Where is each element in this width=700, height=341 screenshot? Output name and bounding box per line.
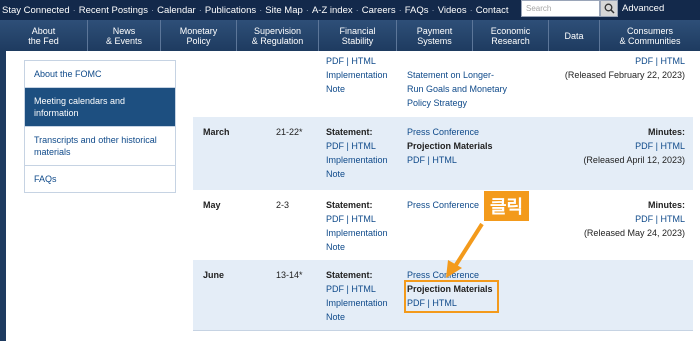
statement-cell: Statement: PDF | HTML Implementation Not… <box>326 125 388 181</box>
annotation-arrow-icon <box>446 222 484 278</box>
minutes-cell: PDF | HTML (Released February 22, 2023) <box>565 54 685 82</box>
link-contact[interactable]: Contact <box>476 5 509 16</box>
link-a-z-index[interactable]: A-Z index <box>312 5 353 16</box>
search-button[interactable] <box>600 0 618 17</box>
search-icon <box>604 3 615 14</box>
table-row-march: March 21-22* Statement: PDF | HTML Imple… <box>193 117 693 190</box>
meeting-month: March <box>203 127 230 137</box>
table-bottom-border <box>193 330 693 341</box>
sidenav-faqs[interactable]: FAQs <box>25 166 175 192</box>
side-navigation: About the FOMC Meeting calendars and inf… <box>24 60 176 193</box>
link-stay-connected[interactable]: Stay Connected <box>2 5 70 16</box>
minutes-cell: Minutes: PDF | HTML (Released May 24, 20… <box>584 198 685 240</box>
sidenav-transcripts[interactable]: Transcripts and other historical materia… <box>25 127 175 166</box>
longer-run-goals-cell: Statement on Longer- Run Goals and Monet… <box>407 68 507 110</box>
statement-cell: PDF | HTML Implementation Note <box>326 54 388 96</box>
meeting-month: May <box>203 200 221 210</box>
minutes-pdf-html-links[interactable]: PDF | HTML <box>635 56 685 66</box>
link-site-map[interactable]: Site Map <box>265 5 303 16</box>
minutes-cell: Minutes: PDF | HTML (Released April 12, … <box>583 125 685 167</box>
press-cell: Press Conference <box>407 198 479 212</box>
implementation-note-link-2[interactable]: Note <box>326 242 345 252</box>
meeting-dates: 2-3 <box>276 200 290 210</box>
implementation-note-link-1[interactable]: Implementation <box>326 155 388 165</box>
implementation-note-link-1[interactable]: Implementation <box>326 298 388 308</box>
search-input[interactable]: Search <box>521 0 600 17</box>
statement-pdf-html-links[interactable]: PDF | HTML <box>326 214 376 224</box>
nav-news-events[interactable]: News & Events <box>88 20 161 51</box>
annotation-highlight-box <box>404 280 499 313</box>
statement-pdf-html-links[interactable]: PDF | HTML <box>326 56 376 66</box>
nav-supervision-regulation[interactable]: Supervision & Regulation <box>237 20 319 51</box>
press-conference-link[interactable]: Press Conference <box>407 127 479 137</box>
left-edge-strip <box>0 51 6 341</box>
implementation-note-link-1[interactable]: Implementation <box>326 70 388 80</box>
annotation-click-label: 클릭 <box>484 191 530 221</box>
statement-label: Statement: <box>326 127 373 137</box>
statement-label: Statement: <box>326 200 373 210</box>
implementation-note-link-2[interactable]: Note <box>326 312 345 322</box>
nav-monetary-policy[interactable]: Monetary Policy <box>161 20 237 51</box>
nav-financial-stability[interactable]: Financial Stability <box>319 20 397 51</box>
nav-consumers-communities[interactable]: Consumers & Communities <box>600 20 700 51</box>
link-videos[interactable]: Videos <box>438 5 467 16</box>
press-conference-link[interactable]: Press Conference <box>407 200 479 210</box>
top-utility-bar: Stay Connected · Recent Postings · Calenda… <box>0 0 700 20</box>
minutes-release-date: (Released May 24, 2023) <box>583 228 685 238</box>
projection-materials-label: Projection Materials <box>407 141 493 151</box>
link-recent-postings[interactable]: Recent Postings <box>79 5 148 16</box>
meeting-dates: 13-14* <box>276 270 303 280</box>
longer-run-goals-link-3[interactable]: Policy Strategy <box>407 98 467 108</box>
longer-run-goals-link-2[interactable]: Run Goals and Monetary <box>407 84 507 94</box>
minutes-label: Minutes: <box>648 127 685 137</box>
advanced-search-link[interactable]: Advanced <box>622 3 664 14</box>
minutes-pdf-html-links[interactable]: PDF | HTML <box>635 141 685 151</box>
statement-pdf-html-links[interactable]: PDF | HTML <box>326 141 376 151</box>
longer-run-goals-link-1[interactable]: Statement on Longer- <box>407 70 494 80</box>
nav-payment-systems[interactable]: Payment Systems <box>397 20 473 51</box>
implementation-note-link-1[interactable]: Implementation <box>326 228 388 238</box>
link-faqs[interactable]: FAQs <box>405 5 429 16</box>
implementation-note-link-2[interactable]: Note <box>326 84 345 94</box>
nav-data[interactable]: Data <box>549 20 600 51</box>
sidenav-meeting-calendars[interactable]: Meeting calendars and information <box>25 88 175 127</box>
projection-pdf-html-links[interactable]: PDF | HTML <box>407 155 457 165</box>
meeting-dates: 21-22* <box>276 127 303 137</box>
meeting-month: June <box>203 270 225 280</box>
minutes-pdf-html-links[interactable]: PDF | HTML <box>635 214 685 224</box>
utility-links: Stay Connected · Recent Postings · Calenda… <box>2 4 509 16</box>
nav-about-the-fed[interactable]: About the Fed <box>0 20 88 51</box>
minutes-release-date: (Released February 22, 2023) <box>564 70 685 80</box>
sidenav-about-fomc[interactable]: About the FOMC <box>25 61 175 88</box>
link-calendar[interactable]: Calendar <box>157 5 196 16</box>
statement-cell: Statement: PDF | HTML Implementation Not… <box>326 198 388 254</box>
main-navigation: About the Fed News & Events Monetary Policy… <box>0 20 700 51</box>
link-careers[interactable]: Careers <box>362 5 396 16</box>
minutes-release-date: (Released April 12, 2023) <box>583 155 685 165</box>
press-cell: Press Conference Projection Materials PD… <box>407 125 493 167</box>
minutes-label: Minutes: <box>648 200 685 210</box>
statement-cell: Statement: PDF | HTML Implementation Not… <box>326 268 388 324</box>
nav-economic-research[interactable]: Economic Research <box>473 20 549 51</box>
implementation-note-link-2[interactable]: Note <box>326 169 345 179</box>
table-row-february: PDF | HTML Implementation Note Statement… <box>193 51 693 117</box>
statement-pdf-html-links[interactable]: PDF | HTML <box>326 284 376 294</box>
statement-label: Statement: <box>326 270 373 280</box>
link-publications[interactable]: Publications <box>205 5 256 16</box>
